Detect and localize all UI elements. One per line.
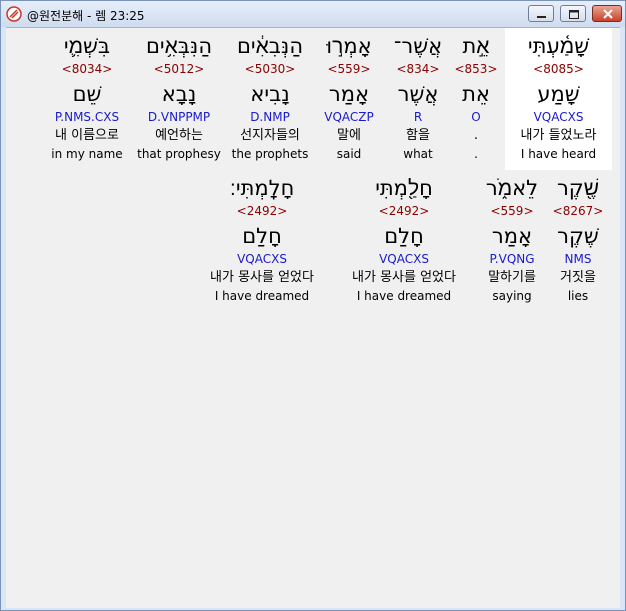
hebrew-lemma: חָלַם [384,224,424,248]
maximize-icon [569,10,579,19]
morph-code: VQACXS [237,252,287,266]
hebrew-lemma: שָׁמַע [537,82,580,106]
word-cell[interactable]: חָלָֽמְתִּי׃ <2492> חָלַם VQACXS 내가 몽사를 … [196,170,328,312]
korean-gloss: 말하기를 [488,270,536,285]
hebrew-word: הַנִּבְּאִ֥ים [145,34,213,58]
hebrew-lemma: אֵת [462,82,490,106]
hebrew-word: חָלָֽמְתִּי׃ [229,176,295,200]
english-gloss: I have dreamed [214,289,310,303]
korean-gloss: 말에 [337,128,361,143]
strong-number[interactable]: <5012> [136,62,222,76]
word-cell[interactable]: לֵאמֹ֑ר <559> אָמַר P.VQNG 말하기를 saying [478,170,546,312]
hebrew-lemma: אָמַר [491,224,533,248]
morph-code: P.NMS.CXS [54,110,120,124]
english-gloss: I have heard [520,147,597,161]
morph-code: VQACZP [324,110,374,124]
hebrew-lemma: שֵׁם [72,82,102,106]
strong-number[interactable]: <853> [450,62,502,76]
word-cell[interactable]: הַנִּבְּאִ֥ים <5012> נָבָא D.VNPPMP 예언하는… [136,28,222,170]
strong-number[interactable]: <834> [390,62,446,76]
english-gloss: the prophets [231,147,309,161]
korean-gloss: 예언하는 [155,128,203,143]
strong-number[interactable]: <559> [478,204,546,218]
hebrew-word: אֵ֣ת [462,34,490,58]
hebrew-word: לֵאמֹ֑ר [485,176,539,200]
hebrew-word: בִּשְׁמִ֛י [63,34,111,58]
hebrew-word: הַנְּבִאִ֔ים [236,34,304,58]
window-title: @원전분해 - 렘 23:25 [27,9,145,23]
morph-code: P.VQNG [489,252,535,266]
hebrew-lemma: נָבָא [161,82,197,106]
english-gloss: said [336,147,362,161]
hebrew-word: אֲשֶׁר־ [393,34,443,58]
word-cell[interactable]: הַנְּבִאִ֔ים <5030> נָבִיא D.NMP 선지자들의 t… [230,28,310,170]
morph-code: R [413,110,423,124]
minimize-icon [537,16,546,18]
english-gloss: in my name [51,147,123,161]
strong-number[interactable]: <8034> [46,62,128,76]
strong-number[interactable]: <559> [318,62,380,76]
hebrew-lemma: חָלַם [242,224,282,248]
close-button[interactable] [592,5,622,22]
word-cell[interactable]: אָמְר֣וּ <559> אָמַר VQACZP 말에 said [318,28,380,170]
hebrew-lemma: שֶׁקֶר [557,224,599,248]
english-gloss: what [403,147,433,161]
korean-gloss: 내 이름으로 [55,128,119,143]
strong-number[interactable]: <8085> [505,62,612,76]
app-window: @원전분해 - 렘 23:25 שָׁמַ֫עְתִּי <8085> שָׁמ… [0,0,626,611]
korean-gloss: 내가 몽사를 얻었다 [210,270,314,285]
word-cell[interactable]: חָלַ֖מְתִּי <2492> חָלַם VQACXS 내가 몽사를 얻… [338,170,470,312]
word-cell[interactable]: בִּשְׁמִ֛י <8034> שֵׁם P.NMS.CXS 내 이름으로 … [46,28,128,170]
morph-code: NMS [564,252,592,266]
strong-number[interactable]: <8267> [552,204,604,218]
analysis-pane: שָׁמַ֫עְתִּי <8085> שָׁמַע VQACXS 내가 들었노… [6,27,620,608]
morph-code: D.NMP [250,110,290,124]
strong-number[interactable]: <5030> [230,62,310,76]
morph-code: VQACXS [533,110,584,124]
word-cell[interactable]: אֵ֣ת <853> אֵת O . . [450,28,502,170]
hebrew-word: שֶׁ֖קֶר [556,176,600,200]
minimize-button[interactable] [528,5,554,22]
morph-code: D.VNPPMP [147,110,211,124]
word-cell[interactable]: אֲשֶׁר־ <834> אֲשֶׁר R 함을 what [390,28,446,170]
hebrew-lemma: אָמַר [328,82,370,106]
word-cell[interactable]: שָׁמַ֫עְתִּי <8085> שָׁמַע VQACXS 내가 들었노… [505,28,612,170]
word-cell[interactable]: שֶׁ֖קֶר <8267> שֶׁקֶר NMS 거짓을 lies [552,170,604,312]
english-gloss: I have dreamed [356,289,452,303]
strong-number[interactable]: <2492> [196,204,328,218]
app-logo-icon [6,6,22,22]
english-gloss: that prophesy [137,147,221,161]
hebrew-word: חָלַ֖מְתִּי [375,176,433,200]
morph-code: VQACXS [379,252,429,266]
english-gloss: . [474,147,478,161]
korean-gloss: 선지자들의 [240,128,300,143]
korean-gloss: 내가 들었노라 [520,128,597,143]
hebrew-lemma: נָבִיא [250,82,290,106]
hebrew-lemma: אֲשֶׁר [397,82,439,106]
title-bar[interactable]: @원전분해 - 렘 23:25 [1,1,625,27]
korean-gloss: 내가 몽사를 얻었다 [352,270,456,285]
hebrew-word: אָמְר֣וּ [326,34,372,58]
korean-gloss: 거짓을 [560,270,596,285]
english-gloss: saying [492,289,532,303]
hebrew-word: שָׁמַ֫עְתִּי [527,34,590,58]
korean-gloss: . [473,128,479,143]
close-icon [603,9,613,19]
korean-gloss: 함을 [406,128,430,143]
strong-number[interactable]: <2492> [338,204,470,218]
english-gloss: lies [567,289,589,303]
morph-code: O [471,110,481,124]
maximize-button[interactable] [560,5,586,22]
